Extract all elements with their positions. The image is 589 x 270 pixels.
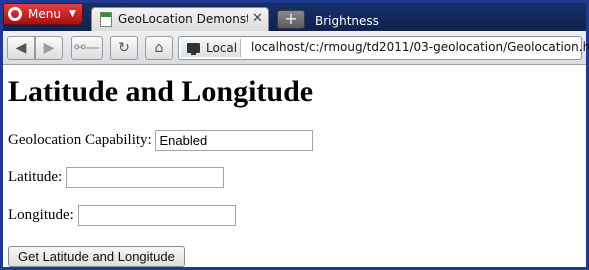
- home-icon: ⌂: [154, 40, 164, 56]
- url-text[interactable]: localhost/c:/rmoug/td2011/03-geolocation…: [251, 40, 589, 54]
- forward-icon: ▶: [43, 40, 55, 56]
- back-icon: ◀: [15, 40, 27, 56]
- new-tab-button[interactable]: +: [277, 10, 305, 29]
- capability-field[interactable]: [155, 130, 314, 151]
- close-icon[interactable]: ✕: [252, 11, 263, 26]
- key-icon: ⚯—: [74, 40, 100, 56]
- menu-button[interactable]: Menu ▼: [3, 3, 83, 25]
- reload-button[interactable]: ↻: [110, 36, 138, 60]
- latitude-field[interactable]: [65, 167, 224, 188]
- opera-logo-icon: [8, 7, 22, 21]
- get-location-button[interactable]: Get Latitude and Longitude: [8, 246, 185, 267]
- page-content: Latitude and Longitude Geolocation Capab…: [3, 66, 586, 267]
- capability-row: Geolocation Capability:: [8, 130, 314, 151]
- tab-strip: Menu ▼ GeoLocation Demonstr... ✕ + Brigh…: [3, 3, 586, 31]
- tab-brightness[interactable]: Brightness: [315, 14, 379, 28]
- monitor-icon: [187, 43, 200, 55]
- address-bar[interactable]: Local localhost/c:/rmoug/td2011/03-geolo…: [178, 36, 589, 60]
- chevron-down-icon: ▼: [69, 9, 76, 19]
- page-icon: [100, 12, 112, 27]
- back-button[interactable]: ◀: [7, 36, 35, 60]
- longitude-label: Longitude:: [8, 207, 74, 223]
- navigation-toolbar: ◀ ▶ ⚯— ↻ ⌂ Local localhost/c:/rmoug/td20…: [3, 31, 589, 65]
- new-tab-icon: +: [284, 9, 298, 28]
- latitude-label: Latitude:: [8, 169, 63, 185]
- reload-icon: ↻: [118, 40, 130, 56]
- forward-button[interactable]: ▶: [35, 36, 63, 60]
- capability-label: Geolocation Capability:: [8, 132, 152, 148]
- site-info-label: Local: [206, 41, 238, 55]
- page-title: Latitude and Longitude: [8, 75, 314, 108]
- tab-title: GeoLocation Demonstr...: [118, 12, 248, 26]
- latitude-row: Latitude:: [8, 167, 224, 188]
- menu-label: Menu: [28, 7, 61, 21]
- password-manager-button[interactable]: ⚯—: [71, 36, 103, 60]
- tab-geolocation[interactable]: GeoLocation Demonstr... ✕: [91, 7, 269, 31]
- browser-window: Menu ▼ GeoLocation Demonstr... ✕ + Brigh…: [0, 0, 589, 270]
- site-info-badge[interactable]: Local: [181, 39, 241, 57]
- home-button[interactable]: ⌂: [145, 36, 173, 60]
- longitude-row: Longitude:: [8, 205, 236, 226]
- longitude-field[interactable]: [77, 205, 236, 226]
